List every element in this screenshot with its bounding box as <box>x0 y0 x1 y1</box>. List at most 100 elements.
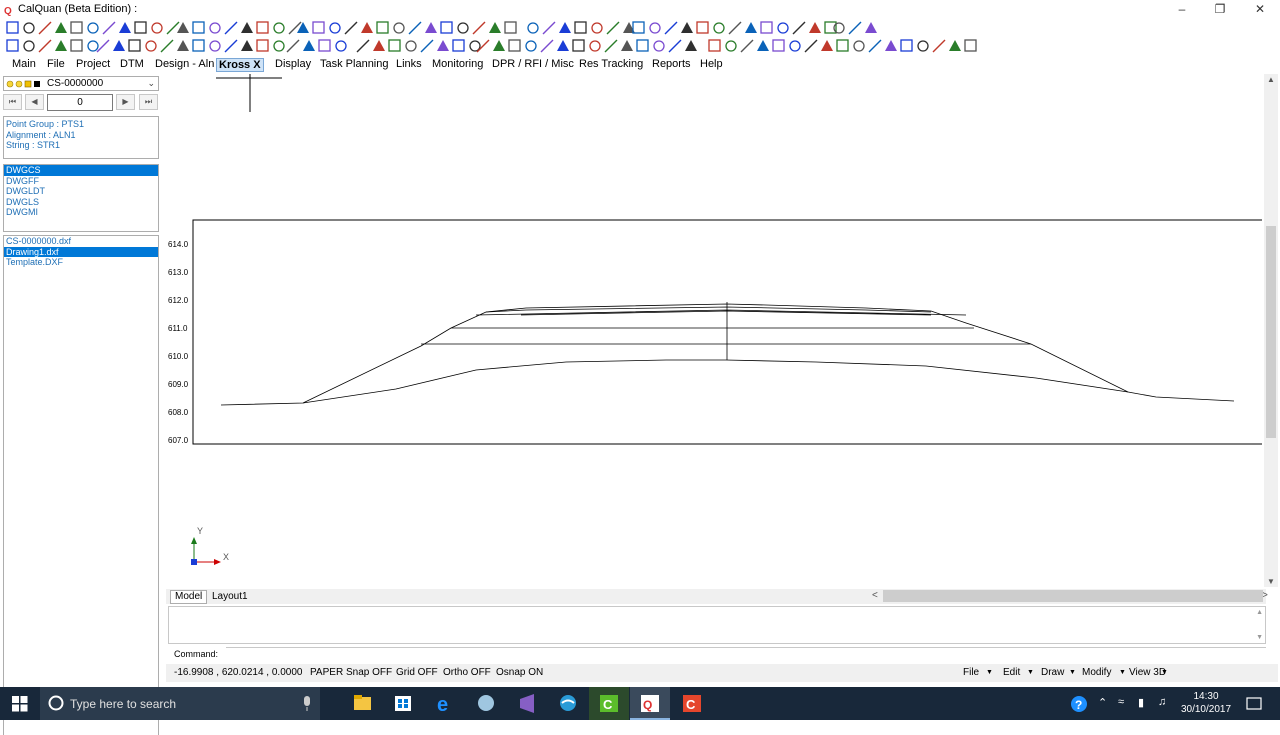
toolbar-tool-icon[interactable] <box>865 22 877 33</box>
toolbar-tool-icon[interactable] <box>318 39 331 52</box>
toolbar-tool-icon[interactable] <box>38 39 52 53</box>
toolbar-tool-icon[interactable] <box>87 22 99 34</box>
edge-icon[interactable]: e <box>425 687 465 720</box>
toolbar-tool-icon[interactable] <box>574 21 587 34</box>
toolbar-tool-icon[interactable] <box>542 21 556 35</box>
notifications-icon[interactable] <box>1246 696 1262 712</box>
store-icon[interactable] <box>383 687 423 720</box>
app-sync-icon[interactable] <box>548 687 588 720</box>
toolbar-tool-icon[interactable] <box>166 21 180 35</box>
toolbar-tool-icon[interactable] <box>361 22 373 33</box>
tab-model[interactable]: Model <box>170 590 208 604</box>
list-item[interactable]: Template.DXF <box>4 257 158 268</box>
toolbar-tool-icon[interactable] <box>286 39 300 53</box>
toolbar-tool-icon[interactable] <box>388 39 401 52</box>
toolbar-tool-icon[interactable] <box>335 40 347 52</box>
toolbar-tool-icon[interactable] <box>241 22 253 33</box>
toolbar-tool-icon[interactable] <box>303 40 315 51</box>
system-clock[interactable]: 14:30 30/10/2017 <box>1178 690 1234 716</box>
toolbar-tool-icon[interactable] <box>589 40 601 52</box>
menu-monitoring[interactable]: Monitoring <box>430 58 485 72</box>
toolbar-tool-icon[interactable] <box>885 40 897 51</box>
toolbar-tool-icon[interactable] <box>344 21 358 35</box>
toolbar-tool-icon[interactable] <box>728 21 742 35</box>
toolbar-tool-icon[interactable] <box>151 22 163 34</box>
toolbar-tool-icon[interactable] <box>55 22 67 33</box>
toolbar-tool-icon[interactable] <box>102 21 116 35</box>
toolbar-tool-icon[interactable] <box>312 21 325 34</box>
toolbar-tool-icon[interactable] <box>273 22 285 34</box>
list-item[interactable]: DWGLS <box>4 197 158 208</box>
status-menu-draw[interactable]: Draw <box>1041 667 1064 678</box>
toolbar-tool-icon[interactable] <box>420 39 434 53</box>
toolbar-tool-icon[interactable] <box>405 40 417 52</box>
list-item[interactable]: DWGFF <box>4 176 158 187</box>
toolbar-tool-icon[interactable] <box>853 40 865 52</box>
toolbar-tool-icon[interactable] <box>681 22 693 33</box>
menu-task-planning[interactable]: Task Planning <box>318 58 391 72</box>
toolbar-tool-icon[interactable] <box>457 22 469 34</box>
toolbar-tool-icon[interactable] <box>868 39 882 53</box>
tab-layout1[interactable]: Layout1 <box>207 590 253 604</box>
toolbar-tool-icon[interactable] <box>949 40 961 51</box>
menu-links[interactable]: Links <box>394 58 424 72</box>
restore-button[interactable]: ❐ <box>1200 0 1240 20</box>
toolbar-tool-icon[interactable] <box>493 40 505 51</box>
minimize-button[interactable]: – <box>1162 0 1202 20</box>
toolbar-tool-icon[interactable] <box>740 39 754 53</box>
toolbar-tool-icon[interactable] <box>119 22 131 33</box>
prev-section-button[interactable]: ◀ <box>25 94 44 110</box>
toolbar-tool-icon[interactable] <box>664 21 678 35</box>
close-button[interactable]: ✕ <box>1240 0 1280 20</box>
toolbar-tool-icon[interactable] <box>356 39 370 53</box>
command-input[interactable] <box>226 647 1266 662</box>
status-menu-edit[interactable]: Edit <box>1003 667 1020 678</box>
toolbar-tool-icon[interactable] <box>192 21 205 34</box>
next-section-button[interactable]: ▶ <box>116 94 135 110</box>
show-hidden-icons-icon[interactable]: ⌃ <box>1098 696 1107 709</box>
menu-res-tracking[interactable]: Res Tracking <box>577 58 645 72</box>
toolbar-tool-icon[interactable] <box>559 22 571 33</box>
toolbar-tool-icon[interactable] <box>489 22 501 33</box>
grid-toggle[interactable]: Grid OFF <box>396 667 438 678</box>
toolbar-tool-icon[interactable] <box>373 40 385 51</box>
file-explorer-icon[interactable] <box>342 687 382 720</box>
toolbar-tool-icon[interactable] <box>696 21 709 34</box>
toolbar-tool-icon[interactable] <box>591 22 603 34</box>
status-menu-file[interactable]: File <box>963 667 979 678</box>
toolbar-tool-icon[interactable] <box>760 21 773 34</box>
status-menu-modify[interactable]: Modify <box>1082 667 1111 678</box>
menu-dtm[interactable]: DTM <box>118 58 146 72</box>
toolbar-tool-icon[interactable] <box>757 40 769 51</box>
red-app-icon[interactable]: C <box>672 687 712 720</box>
toolbar-tool-icon[interactable] <box>848 21 862 35</box>
toolbar-tool-icon[interactable] <box>725 40 737 52</box>
toolbar-tool-icon[interactable] <box>134 21 147 34</box>
toolbar-tool-icon[interactable] <box>804 39 818 53</box>
toolbar-tool-icon[interactable] <box>113 40 125 51</box>
menu-main[interactable]: Main <box>10 58 38 72</box>
toolbar-tool-icon[interactable] <box>160 39 174 53</box>
toolbar-tool-icon[interactable] <box>224 21 238 35</box>
toolbar-tool-icon[interactable] <box>376 21 389 34</box>
toolbar-tool-icon[interactable] <box>177 22 189 33</box>
list-item[interactable]: CS-0000000.dxf <box>4 236 158 247</box>
toolbar-tool-icon[interactable] <box>900 39 913 52</box>
toolbar-tool-icon[interactable] <box>508 39 521 52</box>
toolbar-tool-icon[interactable] <box>964 39 977 52</box>
first-section-button[interactable]: ⏮ <box>3 94 22 110</box>
volume-icon[interactable]: ♫ <box>1158 696 1166 708</box>
search-input[interactable]: Type here to search <box>40 687 320 720</box>
toolbar-tool-icon[interactable] <box>209 40 221 52</box>
toolbar-tool-icon[interactable] <box>685 40 697 51</box>
list-item[interactable]: DWGMI <box>4 207 158 218</box>
windows-start-icon[interactable] <box>12 696 28 712</box>
network-app-icon[interactable] <box>466 687 506 720</box>
toolbar-tool-icon[interactable] <box>96 39 110 53</box>
toolbar-tool-icon[interactable] <box>70 21 83 34</box>
toolbar-tool-icon[interactable] <box>224 39 238 53</box>
toolbar-tool-icon[interactable] <box>572 39 585 52</box>
scroll-up-icon[interactable]: ▲ <box>1267 75 1275 84</box>
horizontal-scroll-thumb[interactable] <box>883 590 1263 602</box>
drawing-canvas[interactable]: 614.0 613.0 612.0 611.0 610.0 609.0 608.… <box>166 74 1264 587</box>
